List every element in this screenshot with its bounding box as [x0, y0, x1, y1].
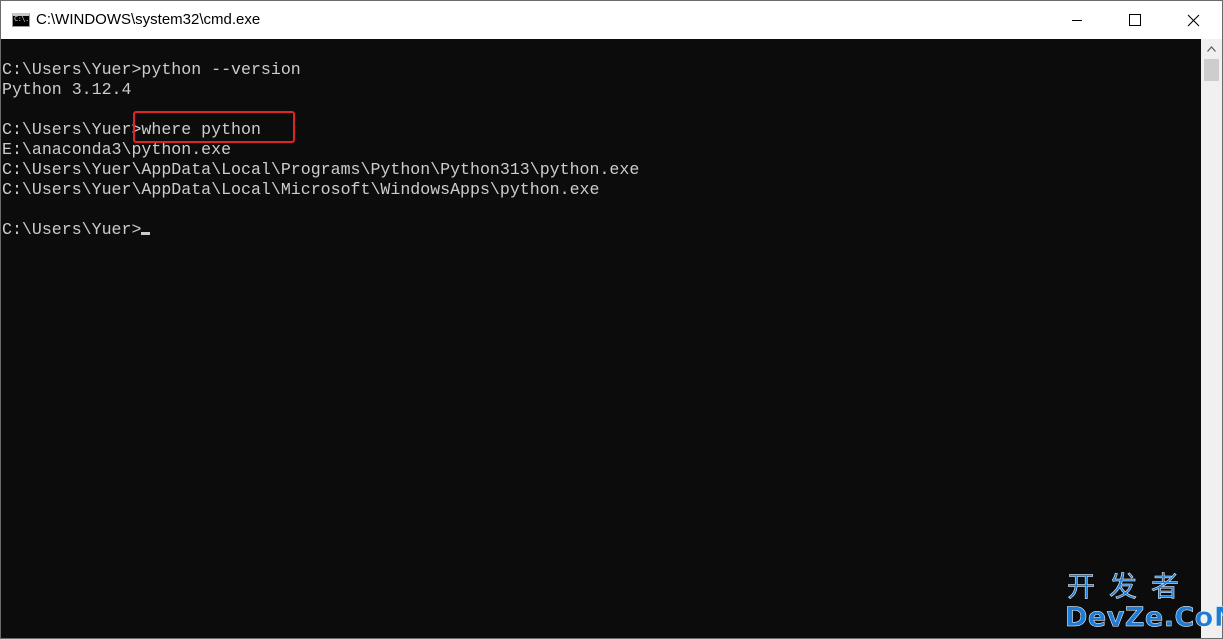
terminal-line-path-python313: C:\Users\Yuer\AppData\Local\Programs\Pyt…: [2, 160, 640, 179]
maximize-button[interactable]: [1106, 1, 1164, 39]
watermark-logo: 开发者 DevZe.CoM: [1063, 570, 1223, 637]
watermark-english-text: DevZe.CoM: [1065, 602, 1223, 633]
cmd-window: C:\. C:\WINDOWS\system32\cmd.exe C:\User…: [0, 0, 1223, 639]
terminal-line-path-anaconda: E:\anaconda3\python.exe: [2, 140, 232, 159]
terminal-current-prompt[interactable]: C:\Users\Yuer>: [2, 220, 151, 240]
terminal-line-path-windowsapps: C:\Users\Yuer\AppData\Local\Microsoft\Wi…: [2, 180, 600, 199]
title-bar[interactable]: C:\. C:\WINDOWS\system32\cmd.exe: [1, 1, 1222, 39]
terminal-line-version-output: Python 3.12.4: [2, 80, 132, 99]
scroll-up-button[interactable]: [1201, 39, 1222, 58]
text-cursor: [141, 232, 151, 235]
maximize-icon: [1129, 14, 1141, 26]
window-title: C:\WINDOWS\system32\cmd.exe: [36, 11, 261, 28]
terminal-line-prompt-version: C:\Users\Yuer>python --version: [2, 60, 301, 79]
close-button[interactable]: [1164, 1, 1222, 39]
close-icon: [1187, 14, 1199, 26]
app-icon-label: C:\.: [14, 15, 29, 23]
scroll-up-arrow-icon: [1207, 45, 1216, 52]
vertical-scrollbar[interactable]: [1201, 39, 1222, 638]
cmd-app-icon[interactable]: C:\.: [12, 13, 30, 27]
minimize-button[interactable]: [1048, 1, 1106, 39]
terminal-output[interactable]: C:\Users\Yuer>python --version Python 3.…: [1, 39, 1201, 638]
minimize-icon: [1072, 20, 1082, 21]
watermark-chinese-text: 开发者: [1067, 570, 1194, 603]
scrollbar-thumb[interactable]: [1204, 59, 1219, 81]
prompt-text: C:\Users\Yuer>: [2, 220, 142, 239]
command-highlight-box: [133, 111, 295, 143]
